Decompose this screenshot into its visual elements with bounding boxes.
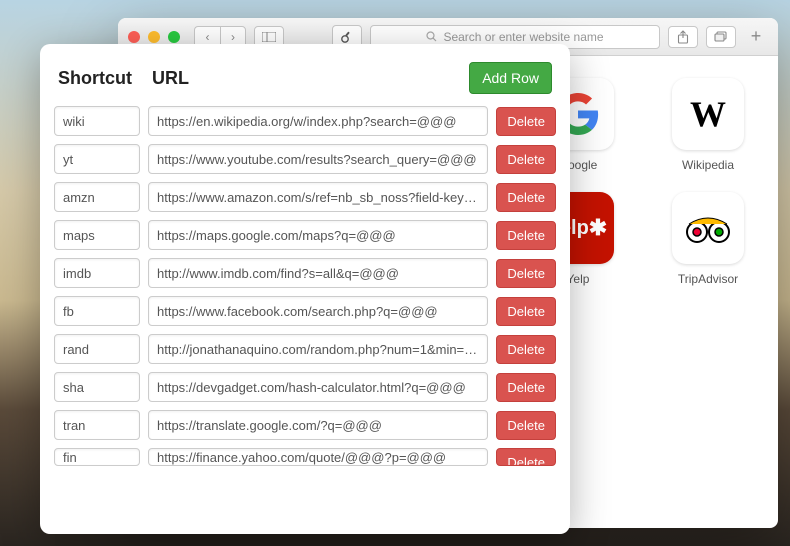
col-header-url: URL [152,68,469,89]
url-input[interactable] [148,372,488,402]
shortcut-row: Delete [54,448,556,466]
favorite-label: TripAdvisor [678,272,738,286]
shortcut-row: Delete [54,296,556,326]
delete-button[interactable]: Delete [496,335,556,364]
url-input[interactable] [148,220,488,250]
window-controls [128,31,180,43]
wikipedia-icon: W [672,78,744,150]
shortcut-row: Delete [54,372,556,402]
url-input[interactable] [148,410,488,440]
shortcut-input[interactable] [54,258,140,288]
shortcut-input[interactable] [54,372,140,402]
delete-button[interactable]: Delete [496,297,556,326]
shortcut-input[interactable] [54,448,140,466]
shortcut-input[interactable] [54,296,140,326]
address-placeholder: Search or enter website name [443,30,603,44]
url-input[interactable] [148,144,488,174]
extension-popover: Shortcut URL Add Row DeleteDeleteDeleteD… [40,44,570,534]
url-input[interactable] [148,334,488,364]
shortcut-row: Delete [54,258,556,288]
url-input[interactable] [148,448,488,466]
delete-button[interactable]: Delete [496,221,556,250]
shortcut-row: Delete [54,182,556,212]
shortcut-row: Delete [54,144,556,174]
minimize-window-button[interactable] [148,31,160,43]
delete-button[interactable]: Delete [496,373,556,402]
add-row-button[interactable]: Add Row [469,62,552,94]
delete-button[interactable]: Delete [496,259,556,288]
favorite-wikipedia[interactable]: W Wikipedia [658,78,758,172]
delete-button[interactable]: Delete [496,107,556,136]
url-input[interactable] [148,106,488,136]
tabs-button[interactable] [706,26,736,48]
favorite-label: Wikipedia [682,158,734,172]
shortcut-row: Delete [54,410,556,440]
delete-button[interactable]: Delete [496,183,556,212]
popover-header: Shortcut URL Add Row [54,62,556,94]
url-input[interactable] [148,258,488,288]
tripadvisor-icon [672,192,744,264]
url-input[interactable] [148,182,488,212]
shortcut-input[interactable] [54,410,140,440]
favorite-tripadvisor[interactable]: TripAdvisor [658,192,758,286]
url-input[interactable] [148,296,488,326]
search-icon [426,31,437,42]
delete-button[interactable]: Delete [496,145,556,174]
shortcuts-list: Delete Delete Delete Delete Delete Delete Dele… [54,106,556,466]
col-header-shortcut: Shortcut [58,68,152,89]
shortcut-row: Delete [54,220,556,250]
shortcut-row: Delete [54,334,556,364]
zoom-window-button[interactable] [168,31,180,43]
delete-button[interactable]: Delete [496,411,556,440]
shortcut-input[interactable] [54,182,140,212]
share-button[interactable] [668,26,698,48]
shortcut-row: Delete [54,106,556,136]
shortcut-input[interactable] [54,144,140,174]
new-tab-button[interactable]: + [744,26,768,47]
delete-button[interactable]: Delete [496,448,556,466]
shortcut-input[interactable] [54,106,140,136]
shortcut-input[interactable] [54,334,140,364]
close-window-button[interactable] [128,31,140,43]
shortcut-input[interactable] [54,220,140,250]
